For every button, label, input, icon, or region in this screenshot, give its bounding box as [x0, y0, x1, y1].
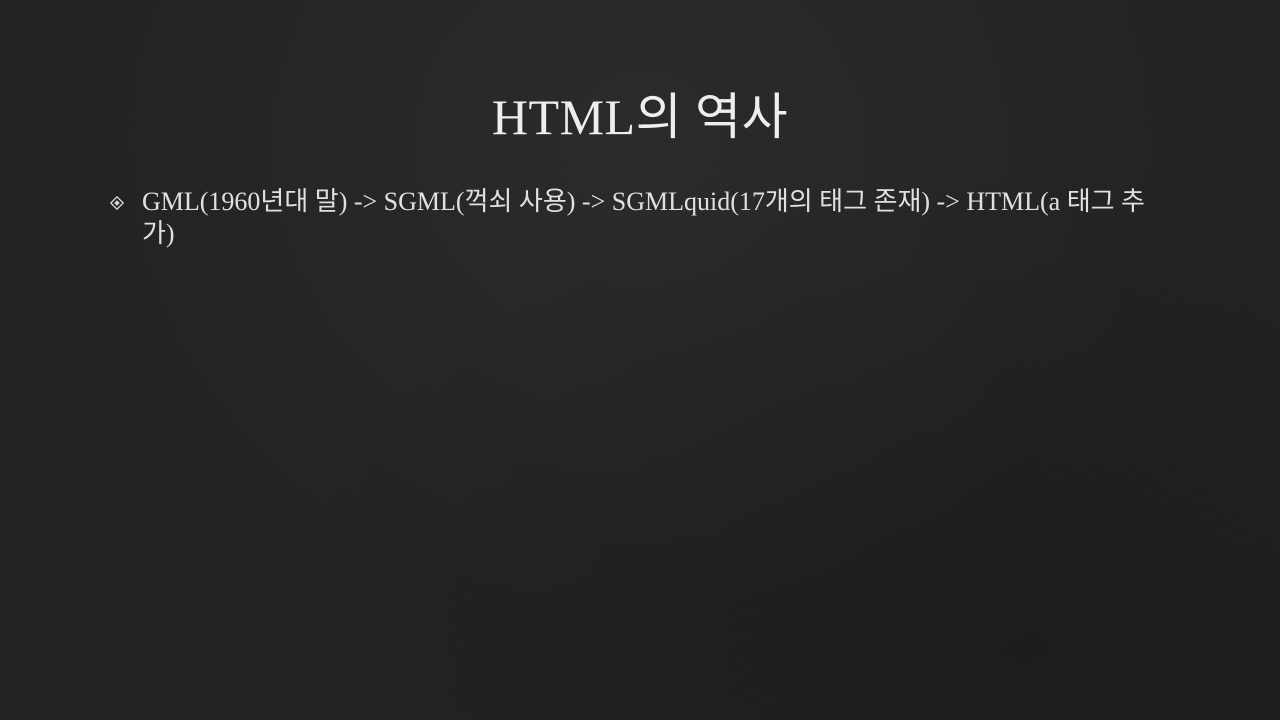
bullet-list: GML(1960년대 말) -> SGML(꺽쇠 사용) -> SGMLquid… [108, 186, 1168, 250]
bullet-text: GML(1960년대 말) -> SGML(꺽쇠 사용) -> SGMLquid… [142, 187, 1145, 248]
bullet-item: GML(1960년대 말) -> SGML(꺽쇠 사용) -> SGMLquid… [108, 186, 1168, 250]
diamond-bullet-icon [110, 196, 124, 210]
slide: HTML의 역사 GML(1960년대 말) -> SGML(꺽쇠 사용) ->… [0, 0, 1280, 720]
slide-title: HTML의 역사 [491, 89, 789, 145]
